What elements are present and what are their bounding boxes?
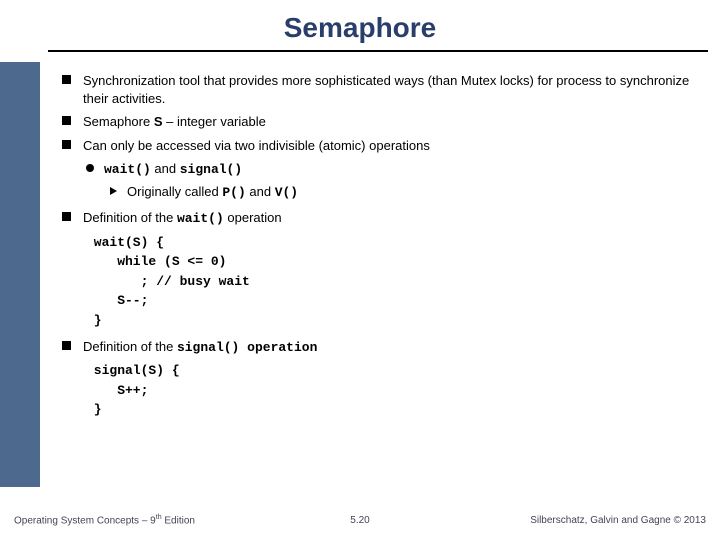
square-bullet-icon xyxy=(62,341,71,350)
code-text: V() xyxy=(275,185,298,200)
left-accent-bar xyxy=(0,62,40,487)
text: Definition of the xyxy=(83,210,177,225)
text: Definition of the xyxy=(83,339,177,354)
code-text: P() xyxy=(222,185,245,200)
slide-title: Semaphore xyxy=(0,12,720,44)
slide: Semaphore Synchronization tool that prov… xyxy=(0,0,720,540)
bold-text: S xyxy=(154,114,163,129)
square-bullet-icon xyxy=(62,75,71,84)
code-line: } xyxy=(86,401,702,419)
text: operation xyxy=(224,210,282,225)
bullet-text: Definition of the wait() operation xyxy=(83,209,702,228)
text: and xyxy=(246,184,275,199)
code-text: signal() xyxy=(180,162,242,177)
bullet-item: Can only be accessed via two indivisible… xyxy=(62,137,702,155)
code-line: wait(S) { xyxy=(86,234,702,252)
footer-copyright: Silberschatz, Galvin and Gagne © 2013 xyxy=(530,515,706,526)
sub-sub-bullet-item: Originally called P() and V() xyxy=(110,183,702,202)
code-text: wait() xyxy=(177,211,224,226)
text: – integer variable xyxy=(163,114,266,129)
square-bullet-icon xyxy=(62,212,71,221)
bullet-text: Can only be accessed via two indivisible… xyxy=(83,137,702,155)
text: and xyxy=(151,161,180,176)
square-bullet-icon xyxy=(62,116,71,125)
bullet-item: Synchronization tool that provides more … xyxy=(62,72,702,107)
code-line: while (S <= 0) xyxy=(86,253,702,271)
bullet-text: Originally called P() and V() xyxy=(127,183,702,202)
circle-bullet-icon xyxy=(86,164,94,172)
code-text: signal() operation xyxy=(177,340,317,355)
slide-body: Synchronization tool that provides more … xyxy=(62,72,702,421)
bullet-text: wait() and signal() xyxy=(104,160,702,179)
title-underline xyxy=(48,50,708,52)
bullet-item: Definition of the wait() operation xyxy=(62,209,702,228)
square-bullet-icon xyxy=(62,140,71,149)
code-line: } xyxy=(86,312,702,330)
code-line: S--; xyxy=(86,292,702,310)
code-line: ; // busy wait xyxy=(86,273,702,291)
bullet-text: Synchronization tool that provides more … xyxy=(83,72,702,107)
code-text: wait() xyxy=(104,162,151,177)
triangle-bullet-icon xyxy=(110,187,117,195)
bullet-item: Semaphore S – integer variable xyxy=(62,113,702,131)
bullet-text: Definition of the signal() operation xyxy=(83,338,702,357)
bullet-item: Definition of the signal() operation xyxy=(62,338,702,357)
text: Semaphore xyxy=(83,114,154,129)
text: Originally called xyxy=(127,184,222,199)
code-line: signal(S) { xyxy=(86,362,702,380)
code-line: S++; xyxy=(86,382,702,400)
bullet-text: Semaphore S – integer variable xyxy=(83,113,702,131)
sub-bullet-item: wait() and signal() xyxy=(86,160,702,179)
